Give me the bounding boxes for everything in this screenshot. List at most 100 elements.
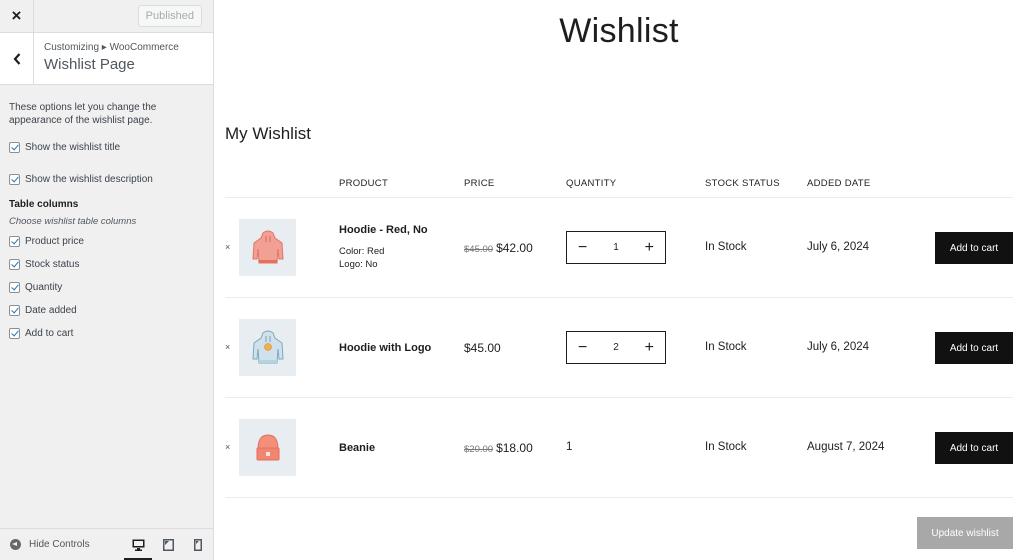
increase-quantity-button[interactable]: + — [645, 339, 654, 356]
column-header-quantity: QUANTITY — [566, 178, 617, 189]
decrease-quantity-button[interactable]: − — [578, 339, 587, 356]
preview-tablet-button[interactable] — [153, 529, 183, 560]
back-button[interactable] — [0, 33, 34, 84]
remove-item-button[interactable]: × — [225, 242, 230, 252]
column-header-price: PRICE — [464, 178, 495, 189]
added-date: July 6, 2024 — [807, 341, 870, 353]
blue-hoodie-logo-icon — [251, 330, 284, 363]
option-label: Stock status — [25, 258, 80, 270]
checkbox-checked-icon[interactable] — [9, 235, 20, 247]
column-product-price[interactable]: Product price — [9, 233, 204, 249]
customizer-sidebar: × Published Customizing ▸ WooCommerce Wi… — [0, 0, 214, 560]
section-title: Wishlist Page — [44, 56, 135, 73]
quantity-stepper: − 2 + — [566, 331, 666, 364]
quantity-stepper: − 1 + — [566, 231, 666, 264]
checkbox-checked-icon[interactable] — [9, 173, 20, 185]
table-header: PRODUCT PRICE QUANTITY STOCK STATUS ADDE… — [225, 166, 1013, 198]
product-thumbnail[interactable] — [239, 319, 296, 376]
breadcrumb: Customizing ▸ WooCommerce — [44, 42, 179, 53]
desktop-icon — [132, 539, 144, 551]
checkbox-checked-icon[interactable] — [9, 141, 20, 153]
product-name-link[interactable]: Hoodie - Red, No — [339, 224, 428, 236]
option-label: Show the wishlist description — [25, 173, 153, 185]
sale-price: $42.00 — [496, 241, 533, 255]
remove-item-button[interactable]: × — [225, 342, 230, 352]
quantity-input[interactable]: 2 — [613, 342, 619, 353]
tablet-icon — [162, 538, 174, 551]
quantity-input[interactable]: 1 — [613, 242, 619, 253]
column-stock-status[interactable]: Stock status — [9, 256, 204, 272]
option-label: Quantity — [25, 281, 63, 293]
product-price: $45.00 $42.00 — [464, 241, 533, 255]
hide-controls-label: Hide Controls — [29, 539, 90, 550]
regular-price: $45.00 — [464, 244, 494, 255]
sidebar-topbar: × Published — [0, 0, 213, 33]
column-header-stock-status: STOCK STATUS — [705, 178, 780, 189]
publish-button[interactable]: Published — [137, 5, 202, 27]
option-show-title[interactable]: Show the wishlist title — [9, 139, 204, 155]
wishlist-name: My Wishlist — [225, 124, 311, 143]
option-label: Product price — [25, 235, 84, 247]
sidebar-controls: These options let you change the appeara… — [0, 85, 213, 341]
sale-price: $18.00 — [496, 441, 533, 455]
product-thumbnail[interactable] — [239, 219, 296, 276]
remove-item-button[interactable]: × — [225, 442, 230, 452]
column-date-added[interactable]: Date added — [9, 302, 204, 318]
close-customizer-button[interactable]: × — [0, 0, 34, 33]
mobile-icon — [194, 538, 202, 551]
increase-quantity-button[interactable]: + — [645, 239, 654, 256]
red-hoodie-icon — [251, 230, 284, 263]
variation-color: Color: Red — [339, 246, 385, 257]
collapse-arrow-icon — [10, 539, 21, 550]
option-label: Show the wishlist title — [25, 141, 121, 153]
column-header-added-date: ADDED DATE — [807, 178, 871, 189]
product-name-link[interactable]: Hoodie with Logo — [339, 342, 431, 354]
checkbox-checked-icon[interactable] — [9, 258, 20, 270]
table-columns-description: Choose wishlist table columns — [9, 216, 137, 227]
add-to-cart-button[interactable]: Add to cart — [935, 332, 1013, 364]
stock-status: In Stock — [705, 441, 747, 453]
checkbox-checked-icon[interactable] — [9, 327, 20, 339]
option-label: Add to cart — [25, 327, 74, 339]
product-price: $20.00 $18.00 — [464, 441, 533, 455]
product-thumbnail[interactable] — [239, 419, 296, 476]
device-preview-switcher — [123, 529, 213, 560]
chevron-left-icon — [13, 52, 20, 65]
sidebar-footer: Hide Controls — [0, 528, 213, 560]
price-value: $45.00 — [464, 341, 501, 355]
product-name-link[interactable]: Beanie — [339, 442, 375, 454]
column-quantity[interactable]: Quantity — [9, 279, 204, 295]
product-variation: Color: Red Logo: No — [339, 245, 384, 271]
close-icon: × — [11, 6, 22, 25]
hide-controls-button[interactable]: Hide Controls — [10, 539, 90, 550]
option-label: Date added — [25, 304, 77, 316]
quantity-value: 1 — [566, 441, 573, 453]
page-title: Wishlist — [559, 12, 679, 50]
stock-status: In Stock — [705, 341, 747, 353]
column-add-to-cart[interactable]: Add to cart — [9, 325, 204, 341]
checkbox-checked-icon[interactable] — [9, 281, 20, 293]
table-row: × Hoodie - Red, No Color: Red Logo: No $… — [225, 198, 1013, 298]
update-wishlist-button[interactable]: Update wishlist — [917, 517, 1013, 549]
preview-desktop-button[interactable] — [123, 529, 153, 560]
beanie-icon — [256, 433, 279, 460]
stock-status: In Stock — [705, 241, 747, 253]
section-header: Customizing ▸ WooCommerce Wishlist Page — [0, 33, 213, 85]
variation-logo: Logo: No — [339, 259, 378, 270]
column-header-product: PRODUCT — [339, 178, 389, 189]
regular-price: $20.00 — [464, 444, 494, 455]
wishlist-table: PRODUCT PRICE QUANTITY STOCK STATUS ADDE… — [225, 166, 1013, 498]
added-date: July 6, 2024 — [807, 241, 870, 253]
table-row: × Hoodie with Logo $45.00 − 2 + In Stock… — [225, 298, 1013, 398]
table-columns-heading: Table columns — [9, 199, 79, 210]
decrease-quantity-button[interactable]: − — [578, 239, 587, 256]
add-to-cart-button[interactable]: Add to cart — [935, 232, 1013, 264]
option-show-description[interactable]: Show the wishlist description — [9, 171, 204, 187]
checkbox-checked-icon[interactable] — [9, 304, 20, 316]
add-to-cart-button[interactable]: Add to cart — [935, 432, 1013, 464]
table-row: × Beanie $20.00 $18.00 1 In Stock August … — [225, 398, 1013, 498]
section-description: These options let you change the appeara… — [9, 102, 157, 126]
preview-frame: Wishlist My Wishlist PRODUCT PRICE QUANT… — [214, 0, 1024, 560]
preview-mobile-button[interactable] — [183, 529, 213, 560]
added-date: August 7, 2024 — [807, 441, 885, 453]
